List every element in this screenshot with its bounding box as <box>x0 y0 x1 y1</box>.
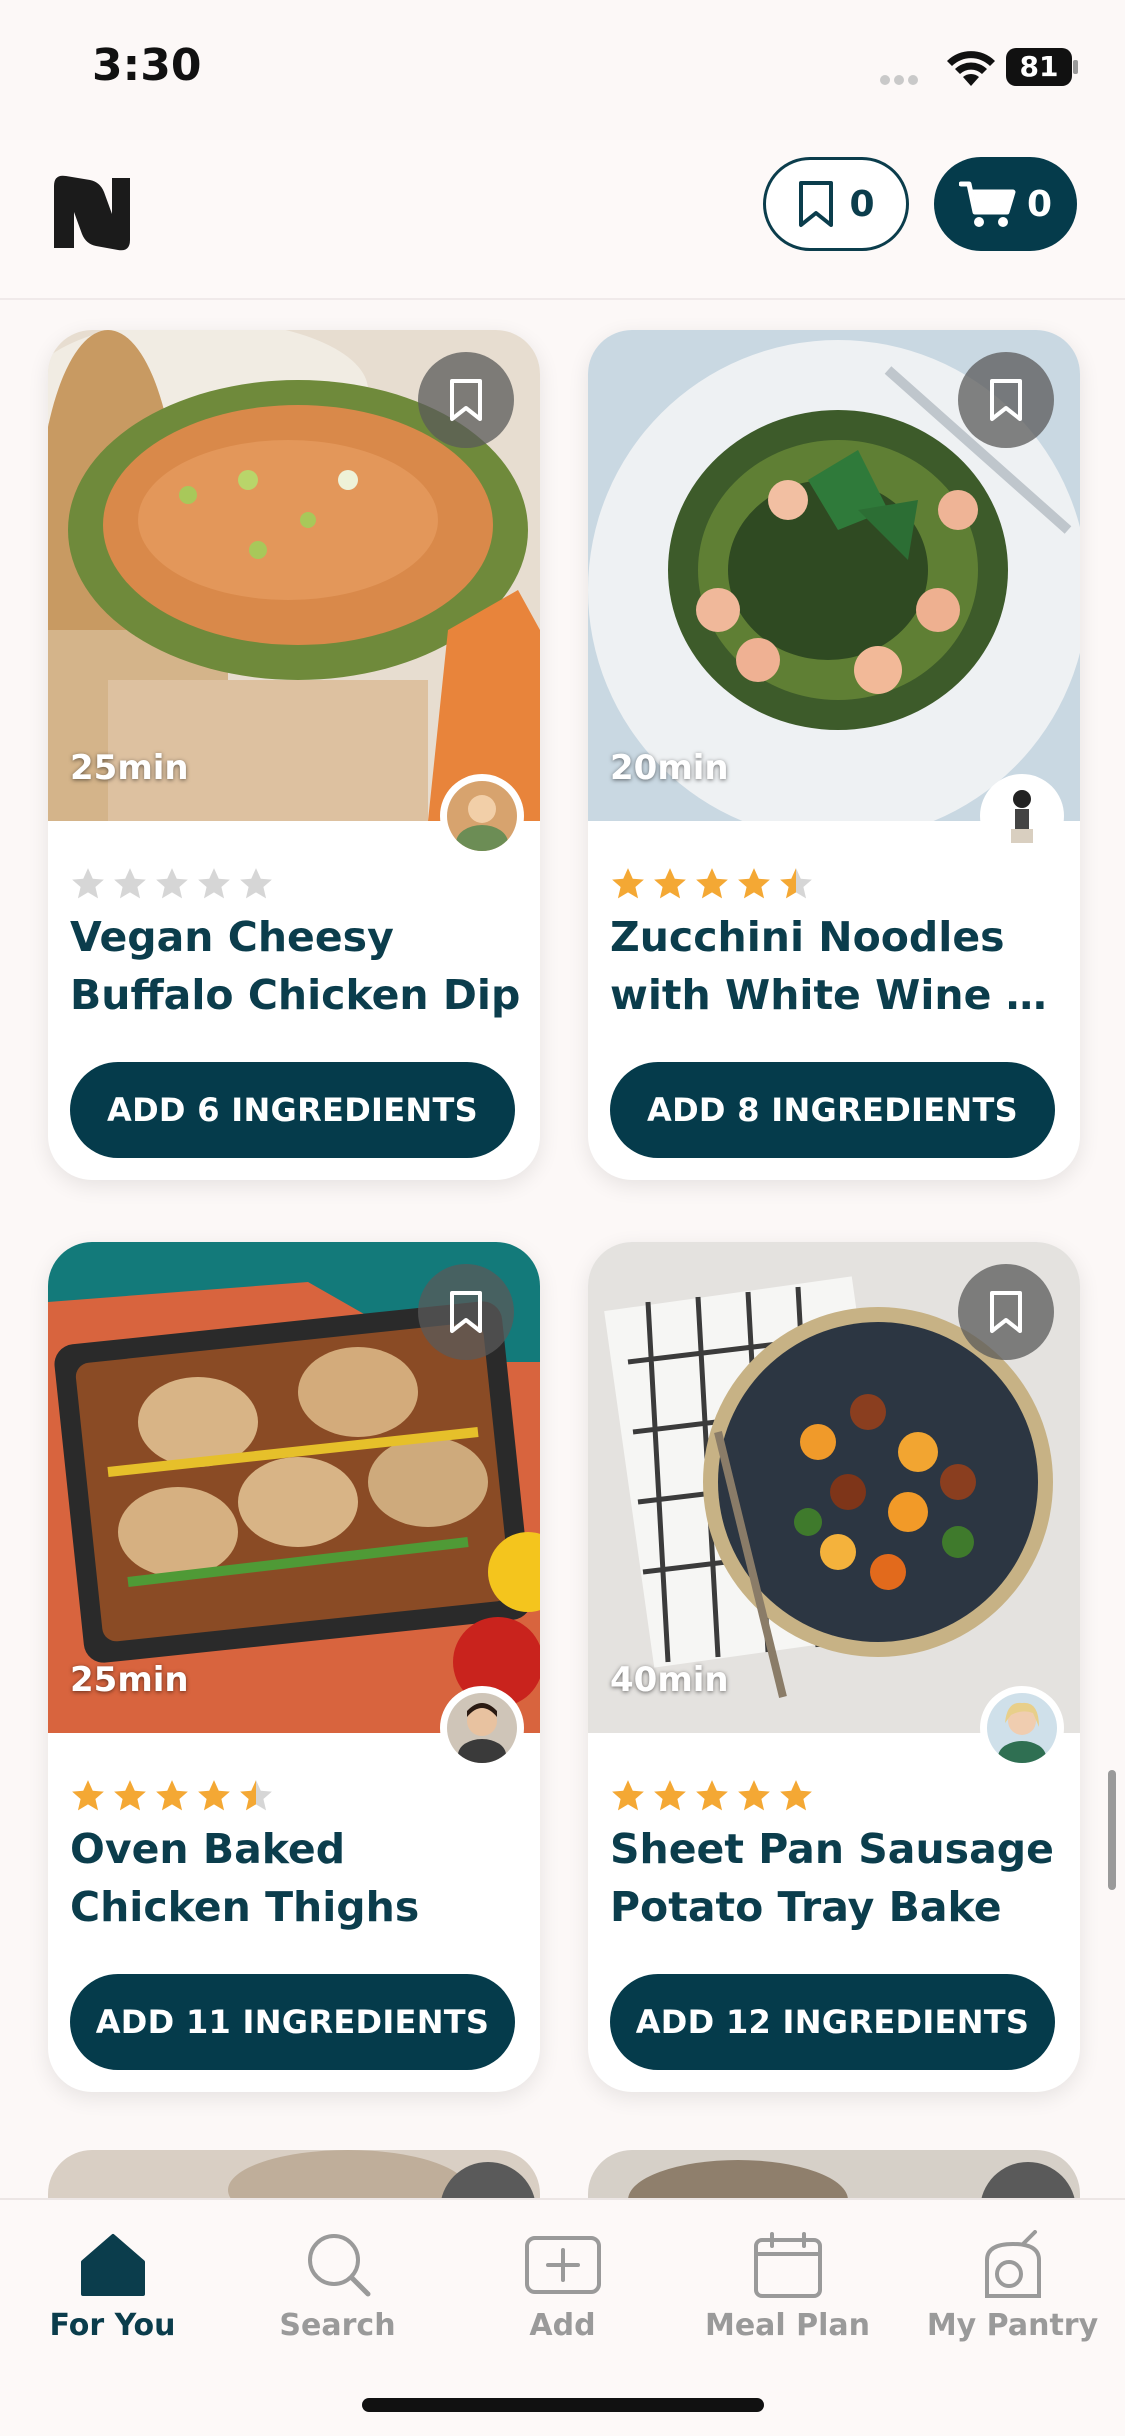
saved-count: 0 <box>849 183 875 225</box>
author-avatar[interactable] <box>980 774 1064 858</box>
add-ingredients-button[interactable]: ADD 8 INGREDIENTS <box>610 1062 1055 1158</box>
bookmark-icon <box>990 379 1022 421</box>
status-time: 3:30 <box>92 40 202 91</box>
cart-count: 0 <box>1026 183 1053 225</box>
recipe-image[interactable]: 25min <box>48 1242 540 1733</box>
recipe-title-line: Oven Baked <box>70 1825 346 1873</box>
rating-stars <box>610 866 814 900</box>
author-avatar[interactable] <box>440 774 524 858</box>
avatar <box>987 781 1057 851</box>
cook-time: 40min <box>610 1660 729 1700</box>
recipe-image[interactable]: 20min <box>588 330 1080 821</box>
app-logo[interactable] <box>50 170 134 254</box>
recipe-title[interactable]: Sheet Pan Sausage Potato Tray Bake <box>610 1820 1065 1936</box>
recipe-card[interactable]: 40min Sheet Pan Sausage Potato Tray Bake… <box>588 1242 1080 2092</box>
bookmark-icon <box>799 181 834 227</box>
cellular-signal-icon <box>880 70 922 89</box>
recipe-title[interactable]: Oven Baked Chicken Thighs <box>70 1820 525 1936</box>
tab-for-you[interactable]: For You <box>0 2216 225 2356</box>
tab-label: Search <box>279 2308 396 2343</box>
scrollbar[interactable] <box>1108 1770 1116 1890</box>
home-indicator <box>362 2398 764 2412</box>
bookmark-button[interactable] <box>418 352 514 448</box>
bookmark-icon <box>450 1291 482 1333</box>
add-icon <box>524 2236 601 2294</box>
rating-stars <box>610 1778 814 1812</box>
tab-label: Meal Plan <box>704 2308 871 2343</box>
recipe-title-line: with White Wine S... <box>610 971 1065 1019</box>
battery-level: 81 <box>1006 48 1072 86</box>
star-icon <box>114 868 146 899</box>
bookmark-button[interactable] <box>958 352 1054 448</box>
star-icon <box>198 1780 230 1811</box>
recipe-card[interactable]: 25min Oven Baked Chicken Thighs ADD 11 I… <box>48 1242 540 2092</box>
add-ingredients-button[interactable]: ADD 12 INGREDIENTS <box>610 1974 1055 2070</box>
calendar-icon <box>753 2232 822 2298</box>
recipe-title-line: Zucchini Noodles <box>610 913 1005 961</box>
author-avatar[interactable] <box>440 1686 524 1770</box>
tab-label: Add <box>529 2308 596 2343</box>
star-icon <box>612 868 644 899</box>
recipe-title-line: Vegan Cheesy <box>70 913 394 961</box>
star-icon <box>612 1780 644 1811</box>
tab-search[interactable]: Search <box>225 2216 450 2356</box>
star-icon <box>654 1780 686 1811</box>
search-icon <box>307 2234 370 2297</box>
star-icon <box>654 868 686 899</box>
star-icon <box>738 868 770 899</box>
rating-stars <box>70 1778 274 1812</box>
cart-button[interactable]: 0 <box>934 157 1077 251</box>
avatar <box>447 1693 517 1763</box>
star-icon <box>114 1780 146 1811</box>
app-header: 0 0 <box>0 140 1125 300</box>
battery-icon: 81 <box>1006 48 1078 86</box>
bookmark-button[interactable] <box>418 1264 514 1360</box>
star-icon <box>240 1780 272 1811</box>
avatar <box>447 781 517 851</box>
author-avatar[interactable] <box>980 1686 1064 1770</box>
star-icon <box>156 1780 188 1811</box>
recipe-title-line: Chicken Thighs <box>70 1883 420 1931</box>
cook-time: 20min <box>610 748 729 788</box>
home-icon <box>80 2234 145 2296</box>
star-icon <box>696 1780 728 1811</box>
star-icon <box>780 868 812 899</box>
tab-meal-plan[interactable]: Meal Plan <box>675 2216 900 2356</box>
cook-time: 25min <box>70 748 189 788</box>
tab-label: For You <box>49 2308 176 2343</box>
wifi-icon <box>947 51 995 86</box>
bookmark-icon <box>990 1291 1022 1333</box>
star-icon <box>156 868 188 899</box>
recipe-title-line: Buffalo Chicken Dip <box>70 971 521 1019</box>
add-ingredients-button[interactable]: ADD 6 INGREDIENTS <box>70 1062 515 1158</box>
rating-stars <box>70 866 274 900</box>
avatar <box>987 1693 1057 1763</box>
recipe-title-line: Sheet Pan Sausage <box>610 1825 1054 1873</box>
cook-time: 25min <box>70 1660 189 1700</box>
tab-add[interactable]: Add <box>450 2216 675 2356</box>
status-bar: 3:30 81 <box>0 0 1125 140</box>
recipe-title-line: Potato Tray Bake <box>610 1883 1002 1931</box>
recipe-image[interactable]: 40min <box>588 1242 1080 1733</box>
recipe-title[interactable]: Zucchini Noodles with White Wine S... <box>610 908 1065 1024</box>
bookmark-button[interactable] <box>958 1264 1054 1360</box>
recipe-image[interactable]: 25min <box>48 330 540 821</box>
tab-my-pantry[interactable]: My Pantry <box>900 2216 1125 2356</box>
star-icon <box>240 868 272 899</box>
add-ingredients-button[interactable]: ADD 11 INGREDIENTS <box>70 1974 515 2070</box>
star-icon <box>738 1780 770 1811</box>
star-icon <box>198 868 230 899</box>
pantry-icon <box>984 2230 1041 2298</box>
bookmark-icon <box>450 379 482 421</box>
star-icon <box>72 1780 104 1811</box>
star-icon <box>780 1780 812 1811</box>
tab-label: My Pantry <box>926 2308 1099 2343</box>
cart-icon <box>958 181 1016 227</box>
recipe-card[interactable]: 25min Vegan Cheesy Buffalo Chicken Dip A… <box>48 330 540 1180</box>
star-icon <box>72 868 104 899</box>
recipe-card[interactable]: 20min Zucchini Noodles with White Wine S… <box>588 330 1080 1180</box>
recipe-title[interactable]: Vegan Cheesy Buffalo Chicken Dip <box>70 908 525 1024</box>
star-icon <box>696 868 728 899</box>
saved-recipes-button[interactable]: 0 <box>763 157 909 251</box>
